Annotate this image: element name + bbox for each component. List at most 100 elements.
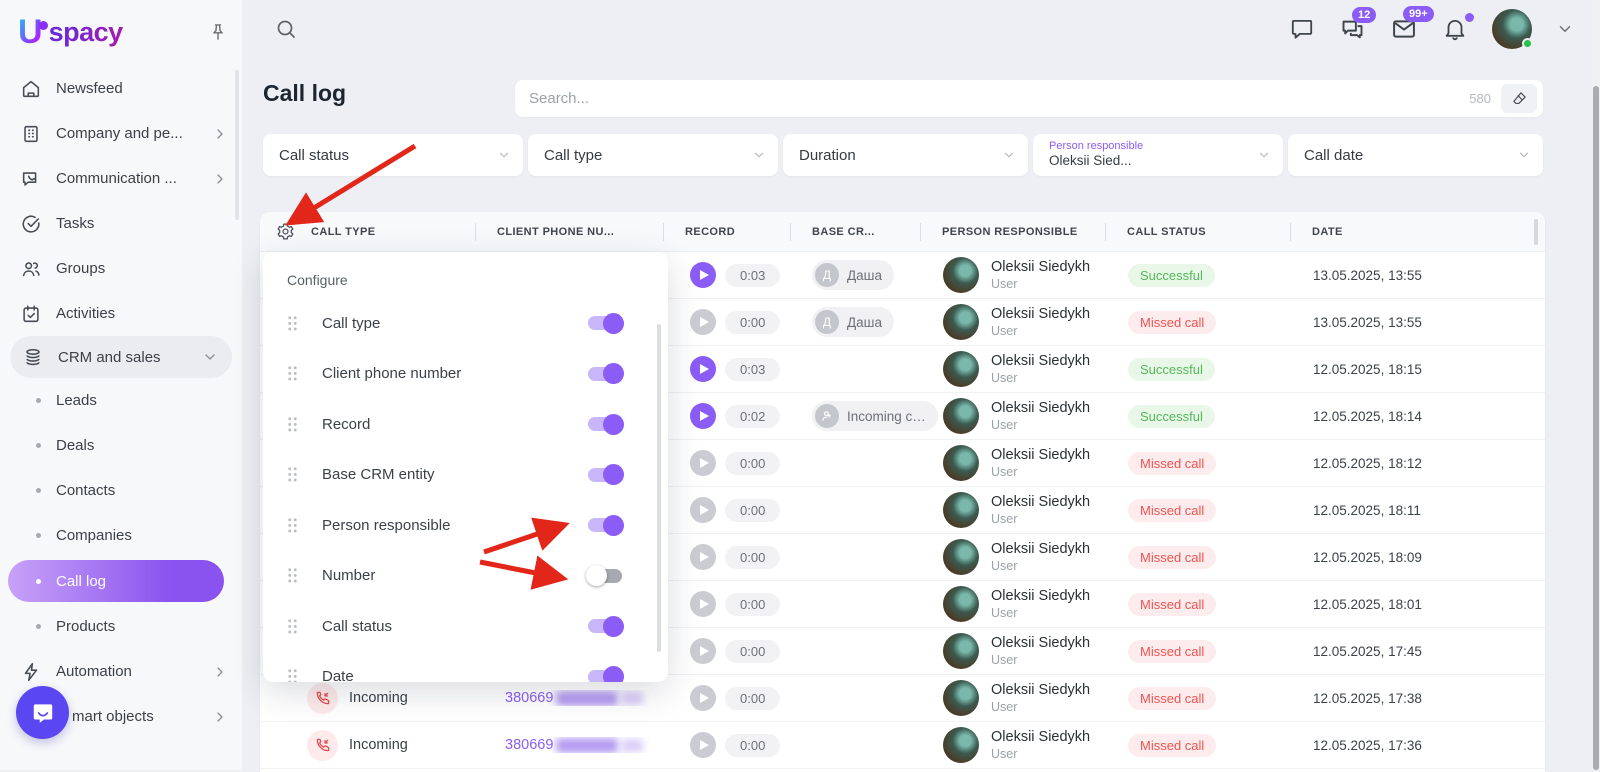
person-avatar [943, 445, 979, 481]
table-row[interactable]: Incoming 380669 0:00 Oleksii SiedykhUser… [260, 722, 1545, 769]
call-type-label: Incoming [349, 737, 408, 753]
drag-handle-icon[interactable] [287, 416, 298, 433]
user-avatar[interactable] [1492, 9, 1532, 49]
person-avatar [943, 257, 979, 293]
mail-badge: 99+ [1403, 6, 1434, 22]
call-duration: 0:03 [725, 264, 780, 287]
drag-handle-icon[interactable] [287, 365, 298, 382]
sidebar-item-label: CRM and sales [58, 349, 161, 366]
person-name: Oleksii Siedykh [991, 634, 1090, 652]
bell-icon[interactable] [1442, 16, 1468, 42]
column-header[interactable]: BASE CR... [790, 226, 920, 238]
play-button[interactable] [690, 497, 716, 523]
sidebar-item-deals[interactable]: Deals [0, 423, 242, 468]
sidebar-item-newsfeed[interactable]: Newsfeed [0, 66, 242, 111]
sidebar-item-companies[interactable]: Companies [0, 513, 242, 558]
sidebar-item-groups[interactable]: Groups [0, 246, 242, 291]
search-icon[interactable] [274, 17, 298, 41]
page-scrollbar[interactable] [1591, 0, 1600, 770]
mail-icon[interactable]: 99+ [1390, 15, 1418, 43]
sidebar-item-products[interactable]: Products [0, 604, 242, 649]
client-phone[interactable]: 380669 [505, 737, 553, 753]
drag-handle-icon[interactable] [287, 618, 298, 635]
uspacy-logo-text[interactable]: spacy [49, 17, 123, 48]
play-button[interactable] [690, 450, 716, 476]
play-button[interactable] [690, 591, 716, 617]
sidebar-scrollbar[interactable] [235, 70, 239, 220]
gear-icon[interactable] [276, 222, 295, 241]
sidebar-item-company[interactable]: Company and pe... [0, 111, 242, 156]
sidebar-item-activities[interactable]: Activities [0, 291, 242, 336]
filter-call-status[interactable]: Call status [263, 134, 523, 176]
search-input[interactable] [529, 90, 1469, 107]
call-duration: 0:00 [725, 499, 780, 522]
toggle-date[interactable] [588, 670, 622, 682]
sidebar-item-communication[interactable]: Communication ... [0, 156, 242, 201]
toggle-base-crm-entity[interactable] [588, 468, 622, 482]
status-badge: Successful [1128, 405, 1215, 428]
table-scrollbar[interactable] [1534, 219, 1538, 245]
configure-item-label: Date [322, 668, 354, 682]
column-header[interactable]: CALL TYPE [311, 226, 376, 238]
table-header: CALL TYPE CLIENT PHONE NU... RECORD BASE… [260, 212, 1545, 252]
drag-handle-icon[interactable] [287, 668, 298, 682]
status-badge: Missed call [1128, 311, 1216, 334]
sidebar-item-call-log[interactable]: Call log [8, 560, 224, 602]
play-button[interactable] [690, 403, 716, 429]
drag-handle-icon[interactable] [287, 567, 298, 584]
person-avatar [943, 304, 979, 340]
column-header[interactable]: PERSON RESPONSIBLE [920, 226, 1105, 238]
call-date: 13.05.2025, 13:55 [1290, 268, 1545, 283]
comment-icon[interactable] [1289, 16, 1315, 42]
play-button[interactable] [690, 685, 716, 711]
toggle-record[interactable] [588, 417, 622, 431]
drag-handle-icon[interactable] [287, 315, 298, 332]
toggle-number[interactable] [588, 569, 622, 583]
sidebar-item-contacts[interactable]: Contacts [0, 468, 242, 513]
column-header[interactable]: DATE [1290, 226, 1545, 238]
filter-call-type[interactable]: Call type [528, 134, 778, 176]
play-button[interactable] [690, 309, 716, 335]
toggle-call-status[interactable] [588, 619, 622, 633]
play-button[interactable] [690, 638, 716, 664]
play-button[interactable] [690, 356, 716, 382]
client-phone[interactable]: 380669 [505, 690, 553, 706]
chevron-right-icon [212, 709, 228, 725]
call-duration: 0:00 [725, 640, 780, 663]
toggle-call-type[interactable] [588, 316, 622, 330]
call-duration: 0:00 [725, 311, 780, 334]
play-button[interactable] [690, 732, 716, 758]
pin-icon[interactable] [208, 22, 228, 42]
table-row[interactable]: Incoming 380669 0:00 Oleksii SiedykhUser… [260, 675, 1545, 722]
sub-item-label: Deals [56, 437, 94, 454]
person-avatar [943, 586, 979, 622]
sidebar-item-crm[interactable]: CRM and sales [10, 336, 232, 378]
sub-item-label: Companies [56, 527, 132, 544]
toggle-client-phone-number[interactable] [588, 367, 622, 381]
play-button[interactable] [690, 544, 716, 570]
person-name: Oleksii Siedykh [991, 305, 1090, 323]
person-role: User [991, 747, 1090, 762]
sidebar: U spacy Newsfeed Company and pe... Commu… [0, 0, 242, 770]
crm-entity-chip[interactable]: ДДаша [812, 307, 894, 337]
messenger-icon[interactable]: 12 [1339, 16, 1366, 43]
profile-chevron-icon[interactable] [1556, 20, 1574, 38]
play-button[interactable] [690, 262, 716, 288]
filter-duration[interactable]: Duration [783, 134, 1028, 176]
sidebar-item-tasks[interactable]: Tasks [0, 201, 242, 246]
sidebar-item-leads[interactable]: Leads [0, 378, 242, 423]
column-header[interactable]: CLIENT PHONE NU... [475, 226, 663, 238]
filter-call-date[interactable]: Call date [1288, 134, 1543, 176]
configure-item-call-status: Call status [287, 601, 668, 652]
uspacy-logo[interactable]: U [18, 13, 41, 52]
crm-entity-chip[interactable]: ДДаша [812, 260, 894, 290]
toggle-person-responsible[interactable] [588, 518, 622, 532]
dropdown-scrollbar[interactable] [657, 324, 661, 652]
filter-person-responsible[interactable]: Person responsible Oleksii Sied... [1033, 134, 1283, 176]
column-header[interactable]: CALL STATUS [1105, 226, 1290, 238]
column-header[interactable]: RECORD [663, 226, 790, 238]
chat-launcher-button[interactable] [16, 686, 69, 739]
eraser-button[interactable] [1501, 84, 1537, 113]
drag-handle-icon[interactable] [287, 466, 298, 483]
drag-handle-icon[interactable] [287, 517, 298, 534]
